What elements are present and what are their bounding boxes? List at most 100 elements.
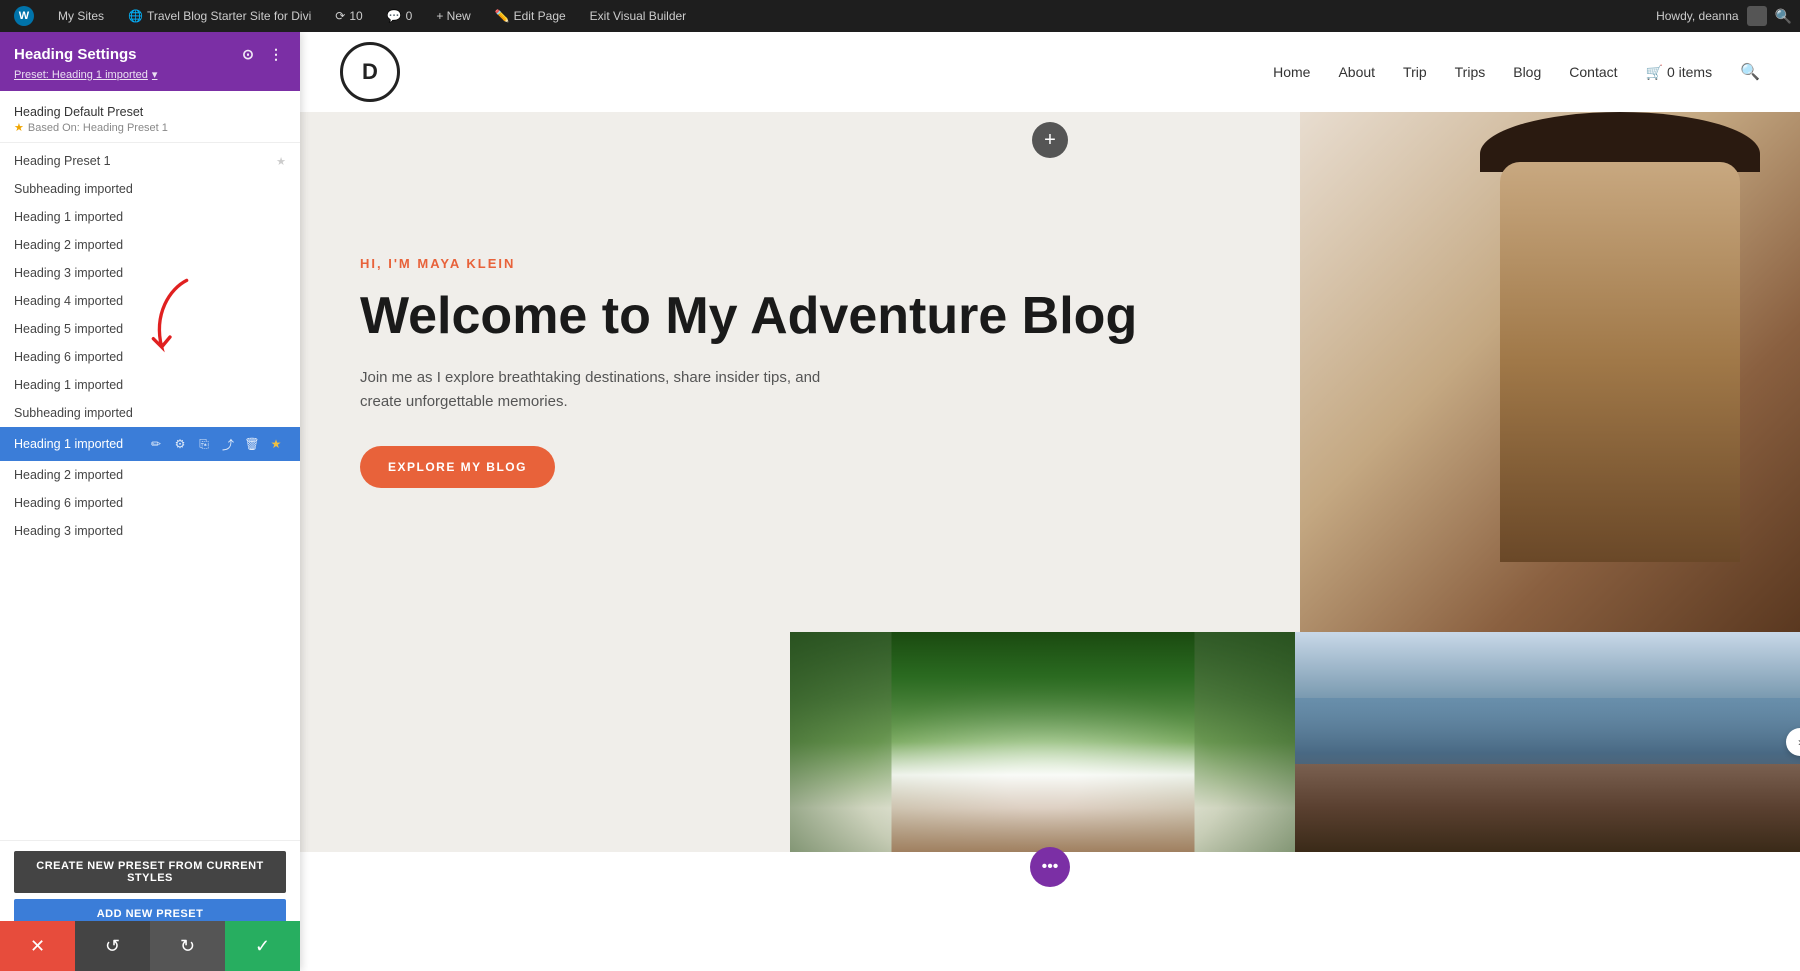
undo-btn[interactable]: ↺	[75, 921, 150, 971]
sidebar-panel: Heading Settings ⊙ ⋮ Preset: Heading 1 i…	[0, 32, 300, 971]
cancel-icon: ✕	[30, 936, 45, 957]
list-item[interactable]: Subheading imported	[0, 175, 300, 203]
undo-icon: ↺	[105, 936, 120, 957]
site-name-label: Travel Blog Starter Site for Divi	[147, 9, 311, 23]
user-avatar	[1747, 6, 1767, 26]
panel-title: Heading Settings	[14, 46, 137, 63]
edit-preset-btn[interactable]: ✏	[146, 434, 166, 454]
site-nav-links: Home About Trip Trips Blog Contact 🛒 0 i…	[1273, 62, 1760, 82]
nav-about[interactable]: About	[1338, 64, 1375, 80]
preset-name: Heading 4 imported	[14, 294, 286, 308]
delete-preset-btn[interactable]: 🗑	[242, 434, 262, 454]
nav-search-icon[interactable]: 🔍	[1740, 62, 1760, 82]
module-settings-btn[interactable]: •••	[1030, 847, 1070, 887]
redo-btn[interactable]: ↻	[150, 921, 225, 971]
gallery-waterfall	[790, 632, 1295, 852]
create-preset-btn[interactable]: CREATE NEW PRESET FROM CURRENT STYLES	[14, 851, 286, 893]
preset-name: Heading 1 imported	[14, 210, 286, 224]
active-preset-name: Heading 1 imported	[14, 437, 146, 451]
comments-icon: 💬	[387, 9, 402, 23]
list-item[interactable]: Heading 2 imported	[0, 461, 300, 489]
search-icon[interactable]: 🔍	[1775, 8, 1792, 25]
cancel-btn[interactable]: ✕	[0, 921, 75, 971]
more-options-icon[interactable]: ⋮	[266, 44, 286, 64]
exit-builder-btn[interactable]: Exit Visual Builder	[584, 0, 693, 32]
list-item[interactable]: Heading 1 imported	[0, 371, 300, 399]
settings-preset-btn[interactable]: ⚙	[170, 434, 190, 454]
default-preset-based: ★ Based On: Heading Preset 1	[14, 121, 286, 134]
preset-name: Heading 6 imported	[14, 350, 286, 364]
hero-title: Welcome to My Adventure Blog	[360, 287, 1240, 347]
comments-item[interactable]: 💬 0	[381, 0, 419, 32]
nav-blog[interactable]: Blog	[1513, 64, 1541, 80]
preset-list: Heading Default Preset ★ Based On: Headi…	[0, 91, 300, 840]
list-item[interactable]: Heading 6 imported	[0, 343, 300, 371]
sync-icon[interactable]: ⊙	[238, 44, 258, 64]
updates-count: 10	[349, 9, 362, 23]
site-logo: D	[340, 42, 400, 102]
list-item[interactable]: Heading 5 imported	[0, 315, 300, 343]
list-item[interactable]: Heading 3 imported	[0, 259, 300, 287]
list-item[interactable]: Heading 2 imported	[0, 231, 300, 259]
cart-icon: 🛒	[1646, 64, 1663, 81]
preset-name: Heading Preset 1	[14, 154, 272, 168]
add-section-btn[interactable]: +	[1032, 122, 1068, 158]
list-item[interactable]: Heading 6 imported	[0, 489, 300, 517]
nav-trips[interactable]: Trips	[1455, 64, 1486, 80]
site-nav: D Home About Trip Trips Blog Contact 🛒 0…	[300, 32, 1800, 112]
preset-name: Subheading imported	[14, 406, 286, 420]
edit-page-label: Edit Page	[514, 9, 566, 23]
preset-label[interactable]: Preset: Heading 1 imported ▾	[14, 68, 286, 81]
preset-label-text: Preset: Heading 1 imported	[14, 69, 148, 81]
site-name-item[interactable]: 🌐 Travel Blog Starter Site for Divi	[122, 0, 317, 32]
cart-count: 0 items	[1667, 64, 1712, 80]
gallery-lake	[1295, 632, 1800, 852]
bottom-bar: ✕ ↺ ↻ ✓	[0, 921, 300, 971]
default-preset-title[interactable]: Heading Default Preset	[14, 105, 286, 119]
export-preset-btn[interactable]: ⤴	[218, 434, 238, 454]
star-preset-btn[interactable]: ★	[266, 434, 286, 454]
exit-builder-label: Exit Visual Builder	[590, 9, 687, 23]
admin-bar: W My Sites 🌐 Travel Blog Starter Site fo…	[0, 0, 1800, 32]
preset-name: Heading 6 imported	[14, 496, 286, 510]
active-preset-item[interactable]: Heading 1 imported ✏ ⚙ ⎘ ⤴ 🗑 ★	[0, 427, 300, 461]
nav-contact[interactable]: Contact	[1569, 64, 1617, 80]
updates-icon: ⟳	[335, 9, 345, 23]
default-preset-group: Heading Default Preset ★ Based On: Headi…	[0, 97, 300, 143]
list-item[interactable]: Heading 4 imported	[0, 287, 300, 315]
duplicate-preset-btn[interactable]: ⎘	[194, 434, 214, 454]
new-item-btn[interactable]: + New	[430, 0, 476, 32]
save-btn[interactable]: ✓	[225, 921, 300, 971]
preset-actions: ✏ ⚙ ⎘ ⤴ 🗑 ★	[146, 434, 286, 454]
list-item[interactable]: Heading 3 imported	[0, 517, 300, 545]
preset-name: Heading 2 imported	[14, 238, 286, 252]
based-on-label: Based On: Heading Preset 1	[28, 122, 168, 134]
nav-home[interactable]: Home	[1273, 64, 1310, 80]
preset-name: Heading 2 imported	[14, 468, 286, 482]
preset-name: Heading 5 imported	[14, 322, 286, 336]
sidebar-header-title: Heading Settings ⊙ ⋮	[14, 44, 286, 64]
preset-name: Heading 1 imported	[14, 378, 286, 392]
list-item[interactable]: Heading 1 imported	[0, 203, 300, 231]
hero-content: HI, I'M MAYA KLEIN Welcome to My Adventu…	[300, 112, 1300, 632]
list-item[interactable]: Heading Preset 1 ★	[0, 147, 300, 175]
updates-item[interactable]: ⟳ 10	[329, 0, 368, 32]
wp-logo-item[interactable]: W	[8, 0, 40, 32]
admin-bar-right: Howdy, deanna 🔍	[1656, 6, 1792, 26]
comments-count: 0	[406, 9, 413, 23]
edit-icon: ✏️	[495, 9, 510, 23]
edit-page-btn[interactable]: ✏️ Edit Page	[489, 0, 572, 32]
user-greeting: Howdy, deanna	[1656, 9, 1739, 23]
new-item-label: + New	[436, 9, 470, 23]
nav-cart[interactable]: 🛒 0 items	[1646, 64, 1713, 81]
site-preview: D Home About Trip Trips Blog Contact 🛒 0…	[300, 32, 1800, 971]
main-layout: Heading Settings ⊙ ⋮ Preset: Heading 1 i…	[0, 32, 1800, 971]
nav-trip[interactable]: Trip	[1403, 64, 1427, 80]
list-item[interactable]: Subheading imported	[0, 399, 300, 427]
my-sites-item[interactable]: My Sites	[52, 0, 110, 32]
preset-name: Subheading imported	[14, 182, 286, 196]
explore-blog-btn[interactable]: EXPLORE MY BLOG	[360, 446, 555, 488]
hero-image	[1300, 112, 1800, 632]
save-icon: ✓	[255, 936, 270, 957]
sidebar-header: Heading Settings ⊙ ⋮ Preset: Heading 1 i…	[0, 32, 300, 91]
